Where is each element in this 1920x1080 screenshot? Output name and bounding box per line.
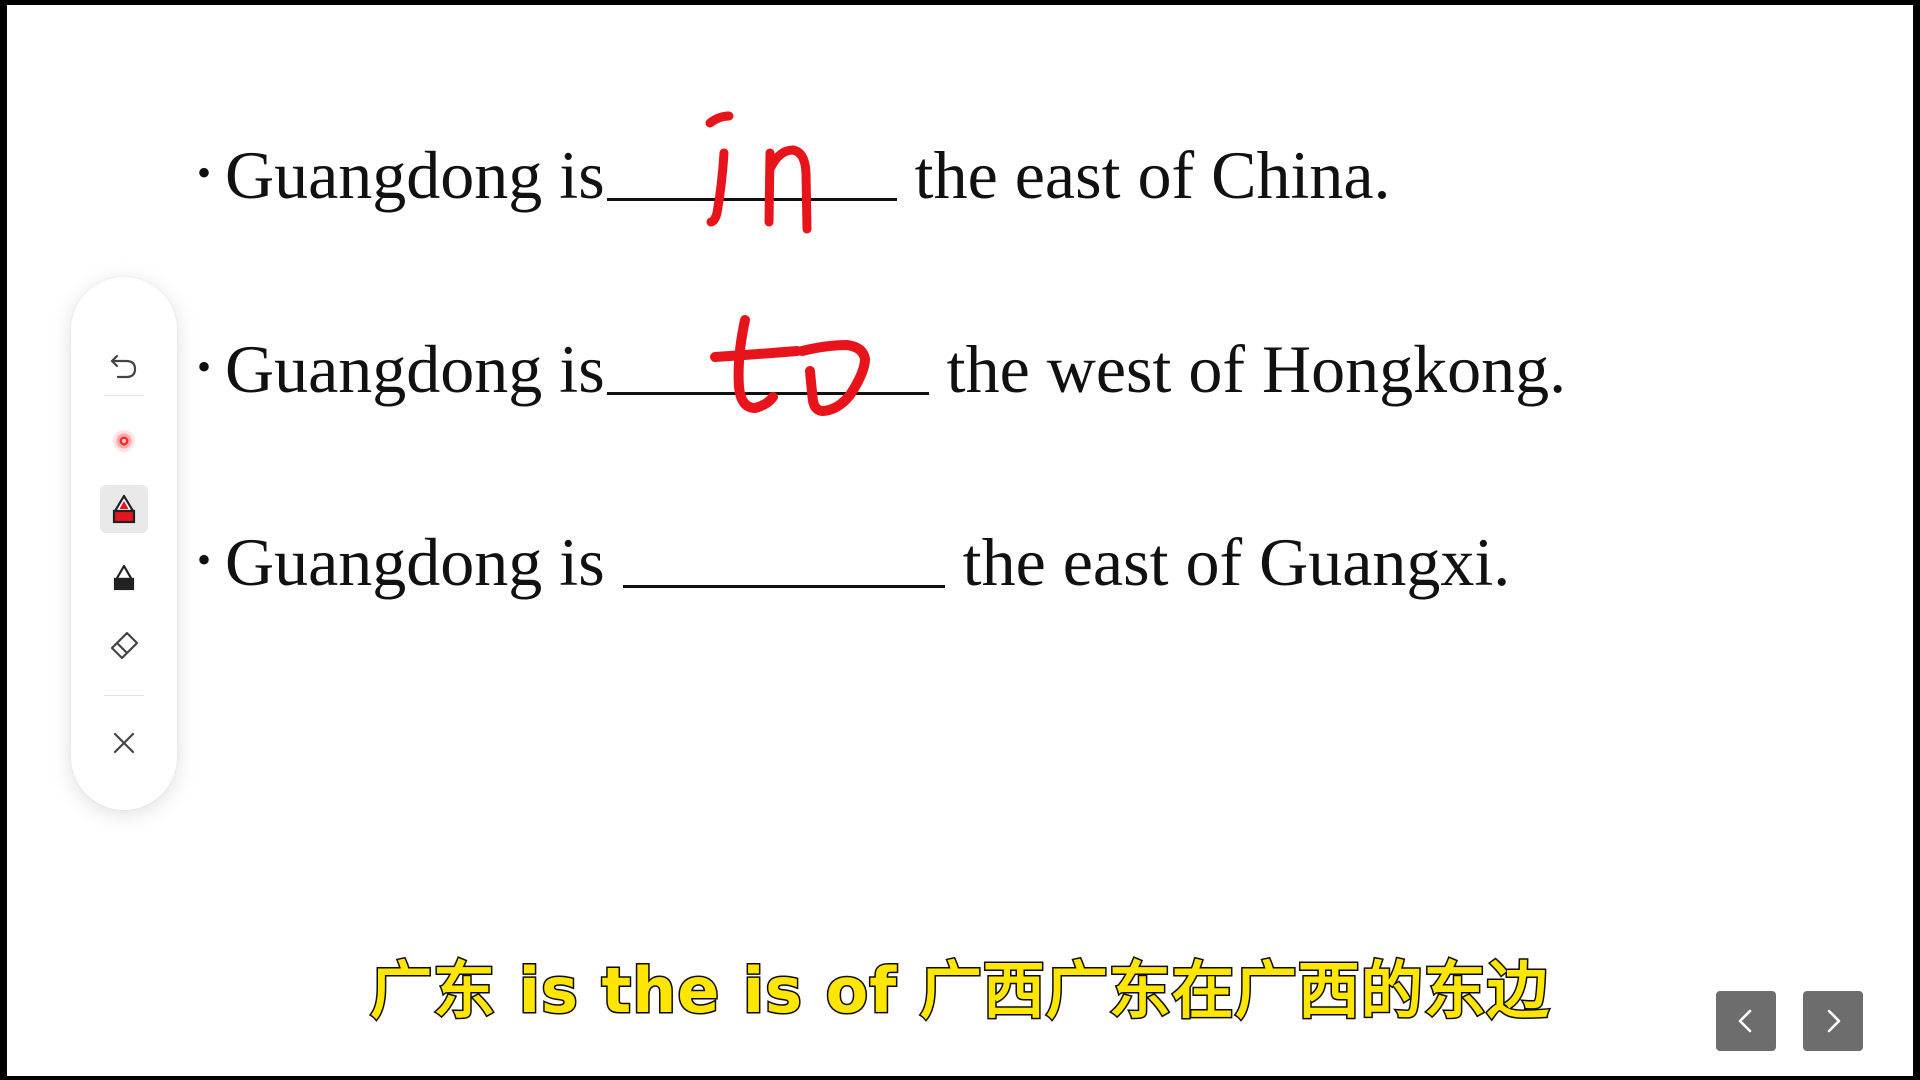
bullet: • [197, 344, 212, 389]
red-marker-button[interactable] [100, 485, 148, 533]
close-toolbar-button[interactable] [100, 719, 148, 767]
sentence-3-after: the east of Guangxi. [962, 524, 1511, 600]
bullet: • [197, 150, 212, 195]
eraser-button[interactable] [100, 621, 148, 669]
undo-icon [110, 354, 137, 379]
annotation-toolbar [71, 277, 177, 810]
black-marker-button[interactable] [100, 553, 148, 601]
eraser-icon [110, 631, 139, 660]
video-subtitle: 广东 is the is of 广西广东在广西的东边 [369, 953, 1551, 1029]
laser-pointer-icon [113, 430, 135, 452]
undo-button[interactable] [100, 342, 148, 390]
sentence-3-blank [622, 584, 945, 588]
handwritten-answer-to [710, 315, 870, 416]
bullet: • [197, 537, 212, 582]
presentation-frame: • Guangdong is the east of China. • Guan… [0, 0, 1920, 1080]
sentence-3-before: Guangdong is [225, 524, 605, 600]
sentence-1-before: Guangdong is [225, 137, 605, 213]
black-marker-icon [113, 564, 135, 591]
sentence-1-after: the east of China. [914, 137, 1391, 213]
handwritten-answer-in [705, 111, 812, 234]
sentence-2-after: the west of Hongkong. [946, 331, 1567, 407]
sentence-3: • Guangdong is the east of Guangxi. [197, 528, 1510, 596]
toolbar-divider [104, 695, 144, 696]
toolbar-divider [104, 395, 144, 396]
laser-pointer-button[interactable] [100, 417, 148, 465]
red-marker-icon [112, 494, 136, 524]
slide-canvas[interactable]: • Guangdong is the east of China. • Guan… [7, 5, 1913, 1076]
close-icon [113, 732, 135, 754]
sentence-2-before: Guangdong is [225, 331, 605, 407]
